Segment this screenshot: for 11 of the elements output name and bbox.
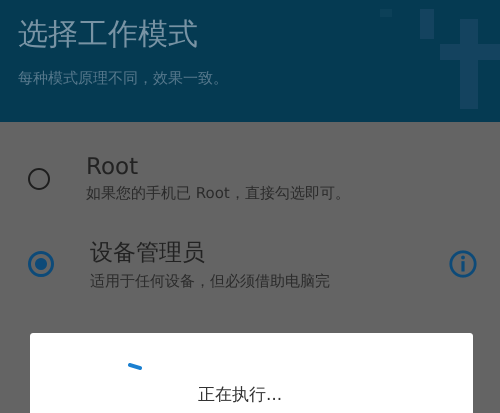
page-subtitle: 每种模式原理不同，效果一致。 <box>18 69 228 88</box>
mode-title: 设备管理员 <box>90 239 206 268</box>
radio-button[interactable] <box>28 168 50 190</box>
mode-title: Root <box>86 154 140 180</box>
info-icon[interactable] <box>448 249 478 279</box>
loading-spinner-icon <box>128 363 142 370</box>
progress-message: 正在执行... <box>198 384 282 406</box>
mode-description: 如果您的手机已 Root，直接勾选即可。 <box>86 184 351 203</box>
mode-description: 适用于任何设备，但必须借助电脑完 <box>90 272 331 291</box>
page-title: 选择工作模式 <box>18 16 199 54</box>
radio-button[interactable] <box>28 251 54 277</box>
